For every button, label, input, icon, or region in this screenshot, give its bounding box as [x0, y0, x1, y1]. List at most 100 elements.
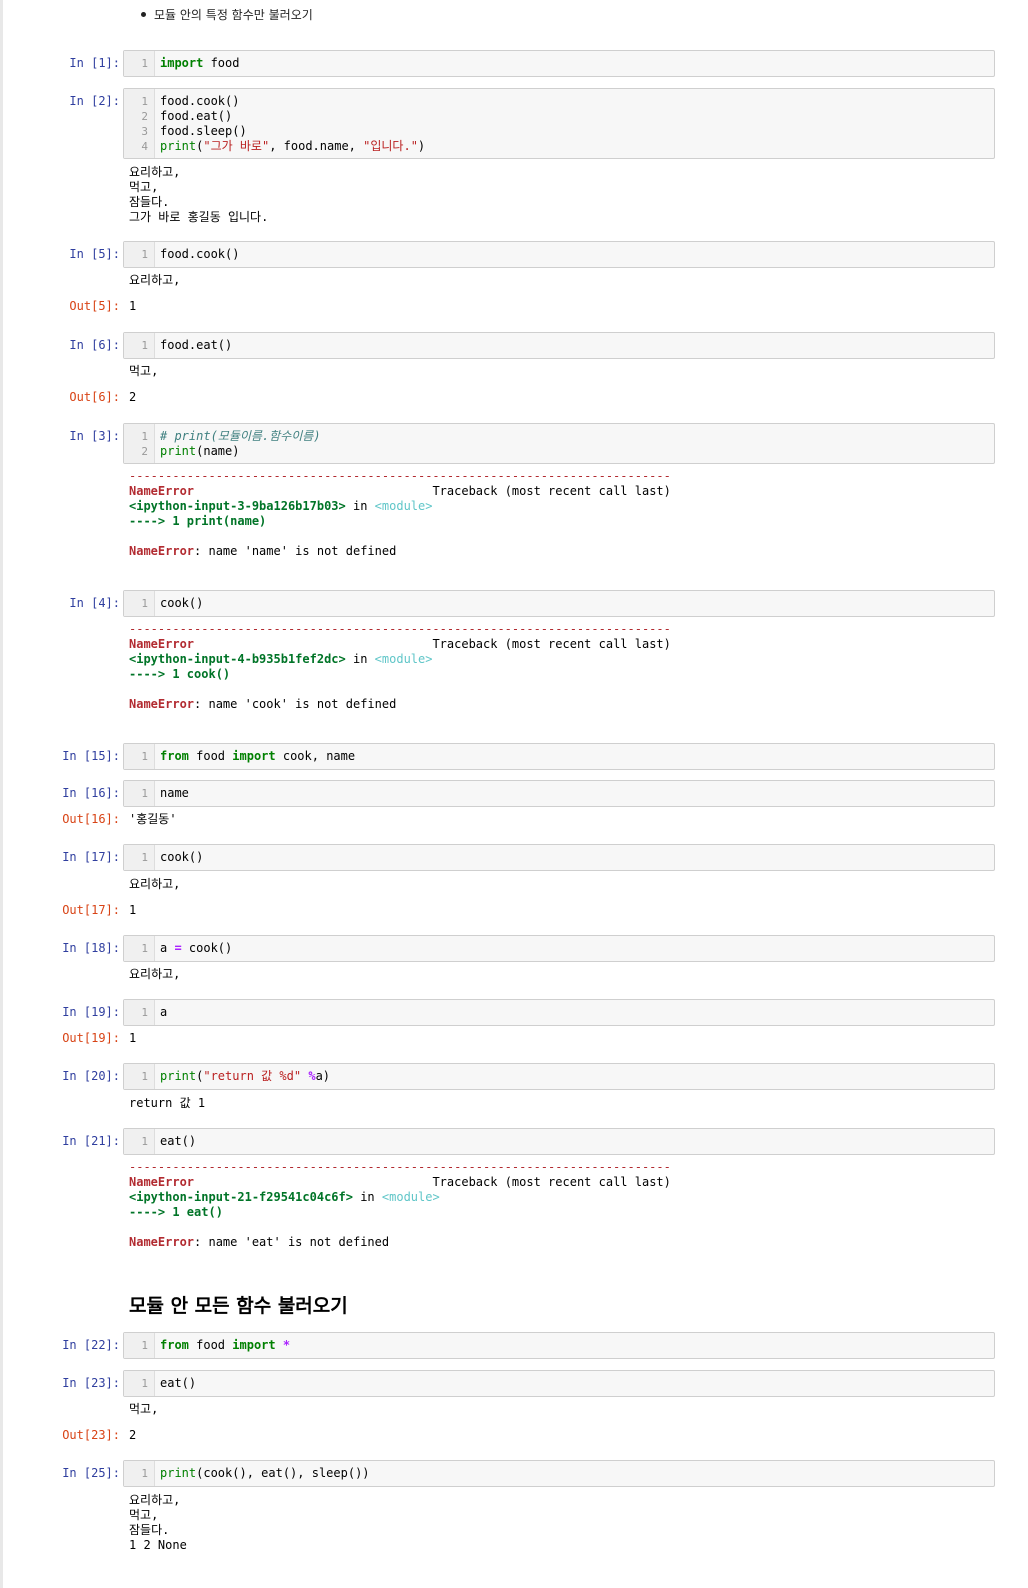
result-output: 1	[129, 1031, 137, 1045]
code-input[interactable]: 1 import food	[123, 50, 995, 77]
input-prompt: In [17]:	[62, 850, 120, 864]
code-line: a = cook()	[160, 941, 233, 955]
error-name: NameError	[129, 637, 195, 651]
notebook-left-border	[0, 0, 3, 1588]
code-input[interactable]: 1a	[123, 999, 995, 1026]
error-name: NameError	[129, 1175, 195, 1189]
input-prompt: In [15]:	[62, 749, 120, 763]
error-in: in	[360, 1190, 375, 1204]
output-prompt: Out[5]:	[69, 299, 120, 313]
traceback-label: Traceback (most recent call last)	[432, 637, 671, 651]
code-line: import food	[160, 56, 240, 70]
input-prompt: In [18]:	[62, 941, 120, 955]
input-prompt: In [2]:	[69, 94, 120, 108]
error-arrow-line: ----> 1 cook()	[129, 667, 231, 681]
error-module: <module>	[374, 652, 433, 666]
code-line: cook()	[160, 596, 204, 610]
line-number: 1	[141, 787, 148, 800]
error-output: ----------------------------------------…	[129, 622, 671, 712]
output-prompt: Out[16]:	[62, 812, 120, 826]
error-in: in	[352, 499, 368, 513]
error-in: in	[352, 652, 368, 666]
line-number: 1	[141, 1467, 148, 1480]
code-input[interactable]: 1 eat()	[123, 1370, 995, 1397]
code-input[interactable]: 1 food.cook() 2 food.eat() 3 food.sleep() 4…	[123, 88, 995, 159]
code-input[interactable]: 1 # print(모듈이름.함수이름) 2 print(name)	[123, 423, 995, 464]
input-prompt: In [22]:	[62, 1338, 120, 1352]
line-number: 1	[141, 750, 148, 763]
line-number: 1	[141, 339, 148, 352]
output-prompt: Out[19]:	[62, 1031, 120, 1045]
line-number: 3	[141, 125, 148, 138]
code-input[interactable]: 1 from food import *	[123, 1332, 995, 1359]
code-line: food.cook()	[160, 94, 240, 108]
error-name: NameError	[129, 697, 195, 711]
code-input[interactable]: 1 cook()	[123, 844, 995, 871]
output-prompt: Out[6]:	[69, 390, 120, 404]
output-prompt: Out[23]:	[62, 1428, 120, 1442]
input-prompt: In [4]:	[69, 596, 120, 610]
bullet-dot-icon	[141, 12, 146, 17]
code-line: food.eat()	[160, 338, 233, 352]
line-number: 1	[141, 1070, 148, 1083]
code-line: food.cook()	[160, 247, 240, 261]
code-line: food.sleep()	[160, 124, 247, 138]
result-output: 2	[129, 1428, 137, 1442]
code-input[interactable]: 1 food.cook()	[123, 241, 995, 268]
stdout-output: 요리하고,	[129, 877, 181, 891]
code-input[interactable]: 1 a = cook()	[123, 935, 995, 962]
line-number: 1	[141, 1006, 148, 1019]
code-input[interactable]: 1 from food import cook, name	[123, 743, 995, 770]
input-prompt: In [25]:	[62, 1466, 120, 1480]
error-message: : name 'cook' is not defined	[194, 697, 397, 711]
code-comment: # print(모듈이름.함수이름)	[160, 429, 321, 443]
stdout-output: 요리하고,	[129, 967, 181, 981]
stdout-output: 요리하고, 먹고, 잠들다. 그가 바로 홍길동 입니다.	[129, 165, 269, 224]
code-input[interactable]: 1 name	[123, 780, 995, 807]
code-line: print(name)	[160, 444, 240, 458]
code-input[interactable]: 1 eat()	[123, 1128, 995, 1155]
code-input[interactable]: 1 print("return 값 %d" %a)	[123, 1063, 995, 1090]
stdout-output: 먹고,	[129, 364, 159, 378]
code-line: print("return 값 %d" %a)	[160, 1069, 331, 1083]
input-prompt: In [20]:	[62, 1069, 120, 1083]
input-prompt: In [16]:	[62, 786, 120, 800]
markdown-bullet: 모듈 안의 특정 함수만 불러오기	[141, 6, 313, 23]
result-output: 1	[129, 903, 137, 917]
line-number: 1	[141, 430, 148, 443]
code-line: cook()	[160, 850, 204, 864]
line-number: 1	[141, 1135, 148, 1148]
error-name: NameError	[129, 1235, 195, 1249]
stdout-output: 먹고,	[129, 1402, 159, 1416]
input-prompt: In [6]:	[69, 338, 120, 352]
code-line: name	[160, 786, 189, 800]
traceback-label: Traceback (most recent call last)	[432, 484, 671, 498]
code-line: a	[160, 1005, 168, 1019]
input-prompt: In [1]:	[69, 56, 120, 70]
code-line: from food import *	[160, 1338, 291, 1352]
error-name: NameError	[129, 484, 195, 498]
line-number: 2	[141, 445, 148, 458]
error-output: ----------------------------------------…	[129, 1160, 671, 1250]
code-line: food.eat()	[160, 109, 233, 123]
code-input[interactable]: 1 cook()	[123, 590, 995, 617]
line-number: 1	[141, 942, 148, 955]
code-line: print(cook(), eat(), sleep())	[160, 1466, 370, 1480]
result-output: 1	[129, 299, 137, 313]
result-output: '홍길동'	[129, 812, 177, 826]
code-input[interactable]: 1 print(cook(), eat(), sleep())	[123, 1460, 995, 1487]
error-arrow-line: ----> 1 print(name)	[129, 514, 267, 528]
input-prompt: In [21]:	[62, 1134, 120, 1148]
result-output: 2	[129, 390, 137, 404]
line-number: 1	[141, 248, 148, 261]
line-number: 4	[141, 140, 148, 153]
line-number: 1	[141, 1377, 148, 1390]
code-input[interactable]: 1 food.eat()	[123, 332, 995, 359]
input-prompt: In [23]:	[62, 1376, 120, 1390]
traceback-label: Traceback (most recent call last)	[432, 1175, 671, 1189]
stdout-output: return 값 1	[129, 1096, 206, 1110]
line-number: 2	[141, 110, 148, 123]
markdown-heading: 모듈 안 모든 함수 불러오기	[129, 1295, 348, 1317]
bullet-text: 모듈 안의 특정 함수만 불러오기	[154, 8, 313, 22]
error-module: <module>	[381, 1190, 440, 1204]
